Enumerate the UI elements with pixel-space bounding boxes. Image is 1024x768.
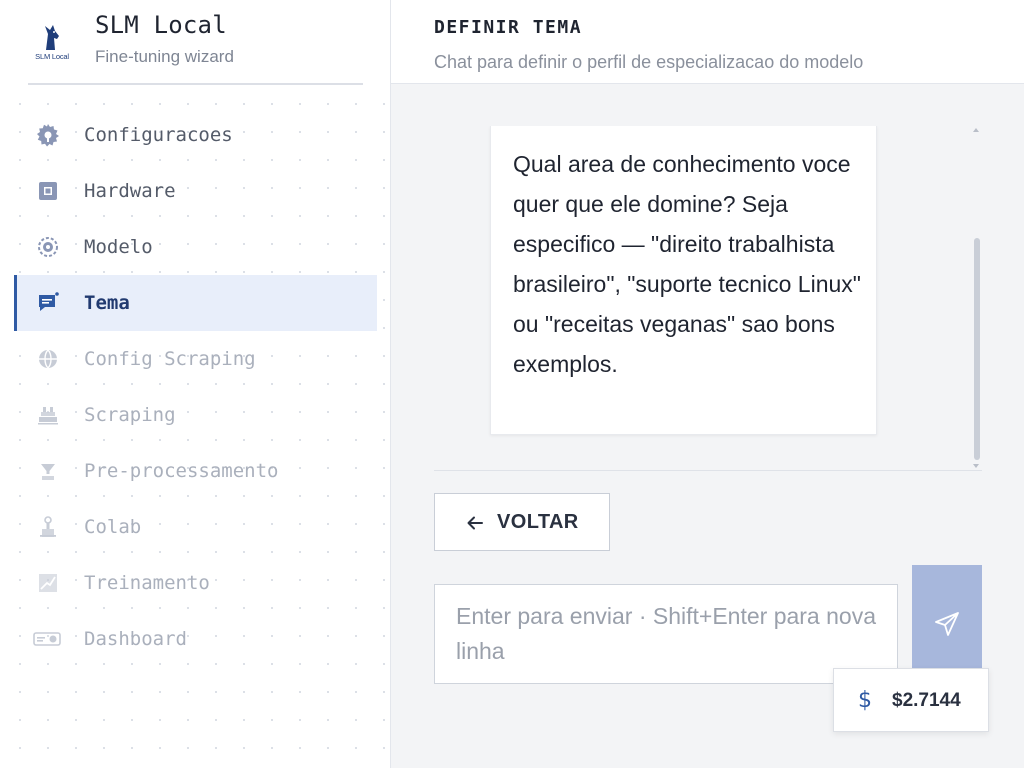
sidebar-item-label: Treinamento (84, 572, 210, 594)
send-icon (935, 612, 959, 636)
scroll-up-arrow-icon[interactable] (973, 128, 979, 132)
back-button-label: VOLTAR (497, 511, 579, 533)
wolf-logo-icon (45, 25, 59, 50)
flask-icon (40, 516, 56, 537)
page-subtitle: Chat para definir o perfil de especializ… (434, 52, 864, 72)
sidebar-item-label: Configuracoes (84, 124, 233, 146)
sidebar: SLM Local SLM Local Fine-tuning wizard C… (0, 0, 391, 768)
dollar-icon: $ (858, 688, 872, 713)
globe-icon (39, 349, 57, 369)
sidebar-item-label: Colab (84, 516, 142, 538)
arrow-left-icon (467, 516, 483, 530)
app-title: SLM Local (95, 11, 227, 39)
message-input[interactable] (434, 584, 898, 684)
app-subtitle: Fine-tuning wizard (95, 47, 234, 66)
sidebar-item-label: Tema (84, 292, 130, 314)
dashboard-icon (33, 632, 61, 646)
assistant-message-text: Qual area de conhecimento voce quer que … (513, 151, 861, 377)
sidebar-item-colab[interactable]: Colab (14, 499, 377, 555)
scroll-down-arrow-icon[interactable] (973, 464, 979, 468)
brand-header: SLM Local SLM Local Fine-tuning wizard (0, 0, 390, 84)
sidebar-item-label: Hardware (84, 180, 176, 202)
sidebar-item-label: Modelo (84, 236, 153, 258)
sidebar-item-scraping[interactable]: Scraping (14, 387, 377, 443)
brand-divider (28, 83, 363, 85)
sidebar-item-dashboard[interactable]: Dashboard (14, 611, 377, 667)
crawler-icon (38, 407, 58, 425)
logo-text: SLM Local (35, 52, 69, 61)
gear-icon (37, 124, 59, 147)
back-button[interactable]: VOLTAR (434, 493, 610, 551)
page-title: DEFINIR TEMA (434, 17, 583, 38)
sidebar-item-label: Scraping (84, 404, 176, 426)
sidebar-item-label: Config Scraping (84, 348, 256, 370)
chip-icon (39, 182, 57, 200)
sidebar-item-tema[interactable]: Tema (14, 275, 377, 331)
sidebar-item-treinamento[interactable]: Treinamento (14, 555, 377, 611)
cost-value: $2.7144 (892, 690, 961, 711)
chart-icon (39, 574, 57, 592)
sidebar-item-modelo[interactable]: Modelo (14, 219, 377, 275)
cost-badge: $ $2.7144 (833, 668, 989, 732)
scroll-thumb[interactable] (974, 238, 980, 460)
sidebar-item-configuracoes[interactable]: Configuracoes (14, 107, 377, 163)
chat-icon (39, 292, 59, 311)
chat-history[interactable]: Qual area de conhecimento voce quer que … (434, 126, 982, 471)
sidebar-item-pre-processamento[interactable]: Pre-processamento (14, 443, 377, 499)
main-panel: DEFINIR TEMA Chat para definir o perfil … (391, 0, 1024, 768)
chat-scrollbar[interactable] (970, 126, 982, 470)
sidebar-item-label: Dashboard (84, 628, 187, 650)
send-button[interactable] (912, 565, 982, 683)
page-header: DEFINIR TEMA Chat para definir o perfil … (391, 0, 1024, 84)
filter-icon (41, 464, 55, 480)
sidebar-item-hardware[interactable]: Hardware (14, 163, 377, 219)
app-logo: SLM Local (28, 22, 76, 62)
sidebar-item-label: Pre-processamento (84, 460, 279, 482)
assistant-message: Qual area de conhecimento voce quer que … (490, 126, 877, 435)
sidebar-item-config-scraping[interactable]: Config Scraping (14, 331, 377, 387)
brain-icon (38, 237, 58, 257)
